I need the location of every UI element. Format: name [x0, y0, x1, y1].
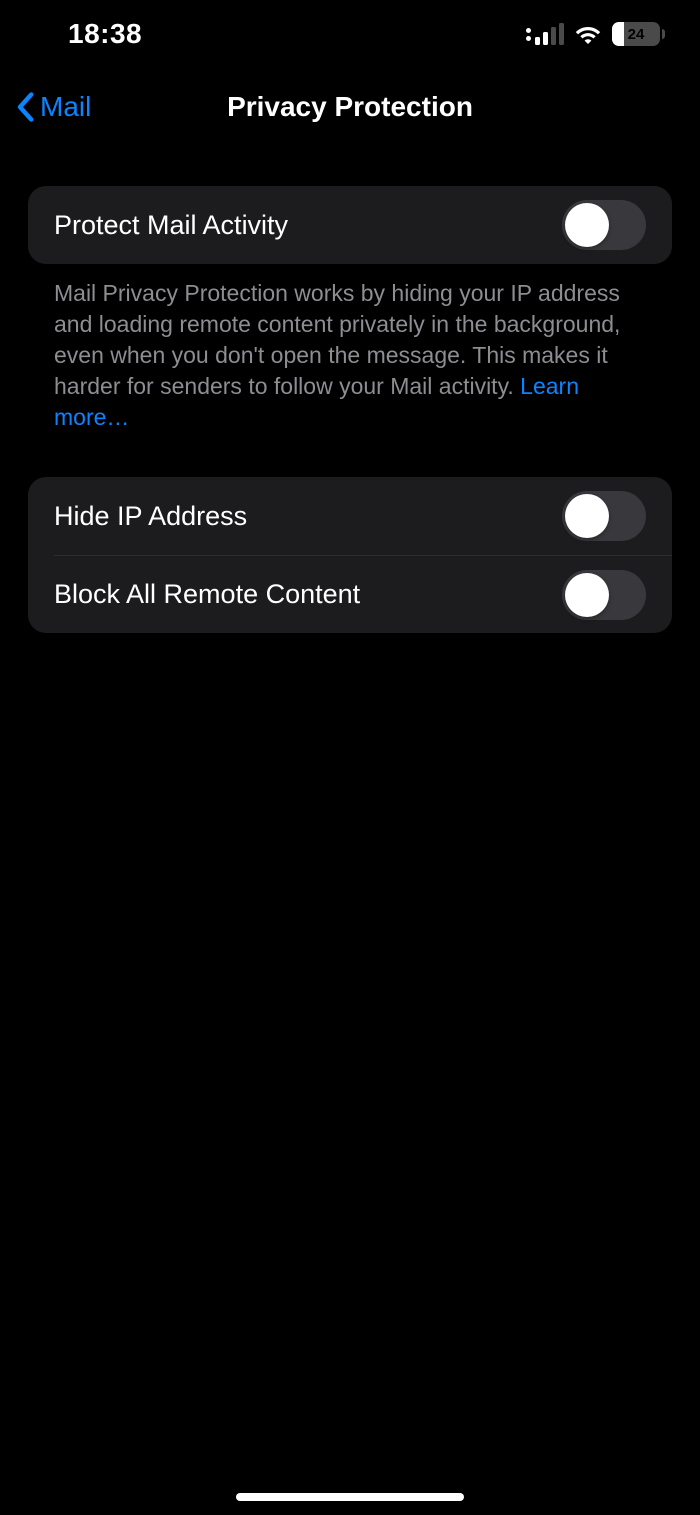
- settings-group-additional: Hide IP Address Block All Remote Content: [28, 477, 672, 633]
- status-bar: 18:38 24: [0, 0, 700, 68]
- battery-icon: 24: [612, 22, 660, 46]
- cellular-icon: [535, 23, 564, 45]
- chevron-left-icon: [16, 92, 34, 122]
- page-title: Privacy Protection: [227, 91, 473, 123]
- cellular-dual-sim-icon: [526, 23, 564, 45]
- row-label: Block All Remote Content: [54, 579, 360, 610]
- toggle-block-remote-content[interactable]: [562, 570, 646, 620]
- back-button[interactable]: Mail: [16, 91, 91, 123]
- row-protect-mail-activity[interactable]: Protect Mail Activity: [28, 186, 672, 264]
- row-hide-ip-address[interactable]: Hide IP Address: [28, 477, 672, 555]
- toggle-knob: [565, 203, 609, 247]
- toggle-knob: [565, 573, 609, 617]
- group-footer-text: Mail Privacy Protection works by hiding …: [28, 264, 672, 433]
- row-label: Hide IP Address: [54, 501, 247, 532]
- toggle-knob: [565, 494, 609, 538]
- row-label: Protect Mail Activity: [54, 210, 288, 241]
- status-right: 24: [526, 22, 660, 46]
- wifi-icon: [574, 23, 602, 45]
- status-time: 18:38: [68, 18, 142, 50]
- nav-bar: Mail Privacy Protection: [0, 68, 700, 146]
- content: Protect Mail Activity Mail Privacy Prote…: [0, 146, 700, 633]
- toggle-protect-mail-activity[interactable]: [562, 200, 646, 250]
- back-label: Mail: [40, 91, 91, 123]
- battery-percent: 24: [612, 26, 660, 43]
- toggle-hide-ip-address[interactable]: [562, 491, 646, 541]
- settings-group-protect: Protect Mail Activity: [28, 186, 672, 264]
- row-block-remote-content[interactable]: Block All Remote Content: [54, 555, 672, 633]
- home-indicator[interactable]: [236, 1493, 464, 1501]
